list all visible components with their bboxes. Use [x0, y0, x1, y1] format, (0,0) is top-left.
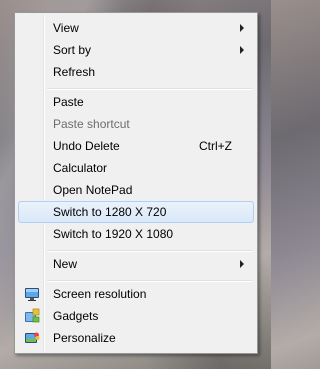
menu-item-undo-delete[interactable]: Undo Delete Ctrl+Z [18, 135, 254, 157]
menu-item-label: Undo Delete [53, 139, 120, 153]
menu-item-label: Paste shortcut [53, 117, 130, 131]
menu-item-shortcut: Ctrl+Z [199, 139, 232, 153]
menu-item-switch-1920x1080[interactable]: Switch to 1920 X 1080 [18, 223, 254, 245]
menu-item-label: Open NotePad [53, 183, 133, 197]
personalize-icon [25, 332, 40, 343]
menu-item-label: Gadgets [53, 309, 99, 323]
menu-item-refresh[interactable]: Refresh [18, 61, 254, 83]
menu-item-label: Personalize [53, 331, 116, 345]
menu-item-label: Sort by [53, 43, 92, 57]
menu-item-open-notepad[interactable]: Open NotePad [18, 179, 254, 201]
menu-item-label: Refresh [53, 65, 96, 79]
submenu-arrow-icon [240, 46, 244, 54]
menu-item-label: Paste [53, 95, 84, 109]
menu-item-label: Switch to 1920 X 1080 [53, 227, 174, 241]
menu-item-paste[interactable]: Paste [18, 91, 254, 113]
menu-item-label: New [53, 257, 78, 271]
menu-separator [47, 280, 252, 282]
menu-item-switch-1280x720[interactable]: Switch to 1280 X 720 [18, 201, 254, 223]
desktop-context-menu: View Sort by Refresh Paste Paste shortcu… [14, 12, 258, 354]
menu-item-personalize[interactable]: Personalize [18, 327, 254, 349]
menu-item-paste-shortcut: Paste shortcut [18, 113, 254, 135]
submenu-arrow-icon [240, 24, 244, 32]
menu-item-gadgets[interactable]: Gadgets [18, 305, 254, 327]
menu-item-label: Screen resolution [53, 287, 147, 301]
menu-item-label: View [53, 21, 79, 35]
gadgets-icon [25, 308, 40, 323]
menu-item-new[interactable]: New [18, 253, 254, 275]
menu-separator [47, 88, 252, 90]
menu-item-sort-by[interactable]: Sort by [18, 39, 254, 61]
menu-item-calculator[interactable]: Calculator [18, 157, 254, 179]
monitor-icon [25, 288, 39, 301]
menu-separator [47, 250, 252, 252]
submenu-arrow-icon [240, 260, 244, 268]
menu-item-label: Calculator [53, 161, 108, 175]
menu-item-screen-resolution[interactable]: Screen resolution [18, 283, 254, 305]
menu-item-view[interactable]: View [18, 17, 254, 39]
menu-item-label: Switch to 1280 X 720 [53, 205, 167, 219]
